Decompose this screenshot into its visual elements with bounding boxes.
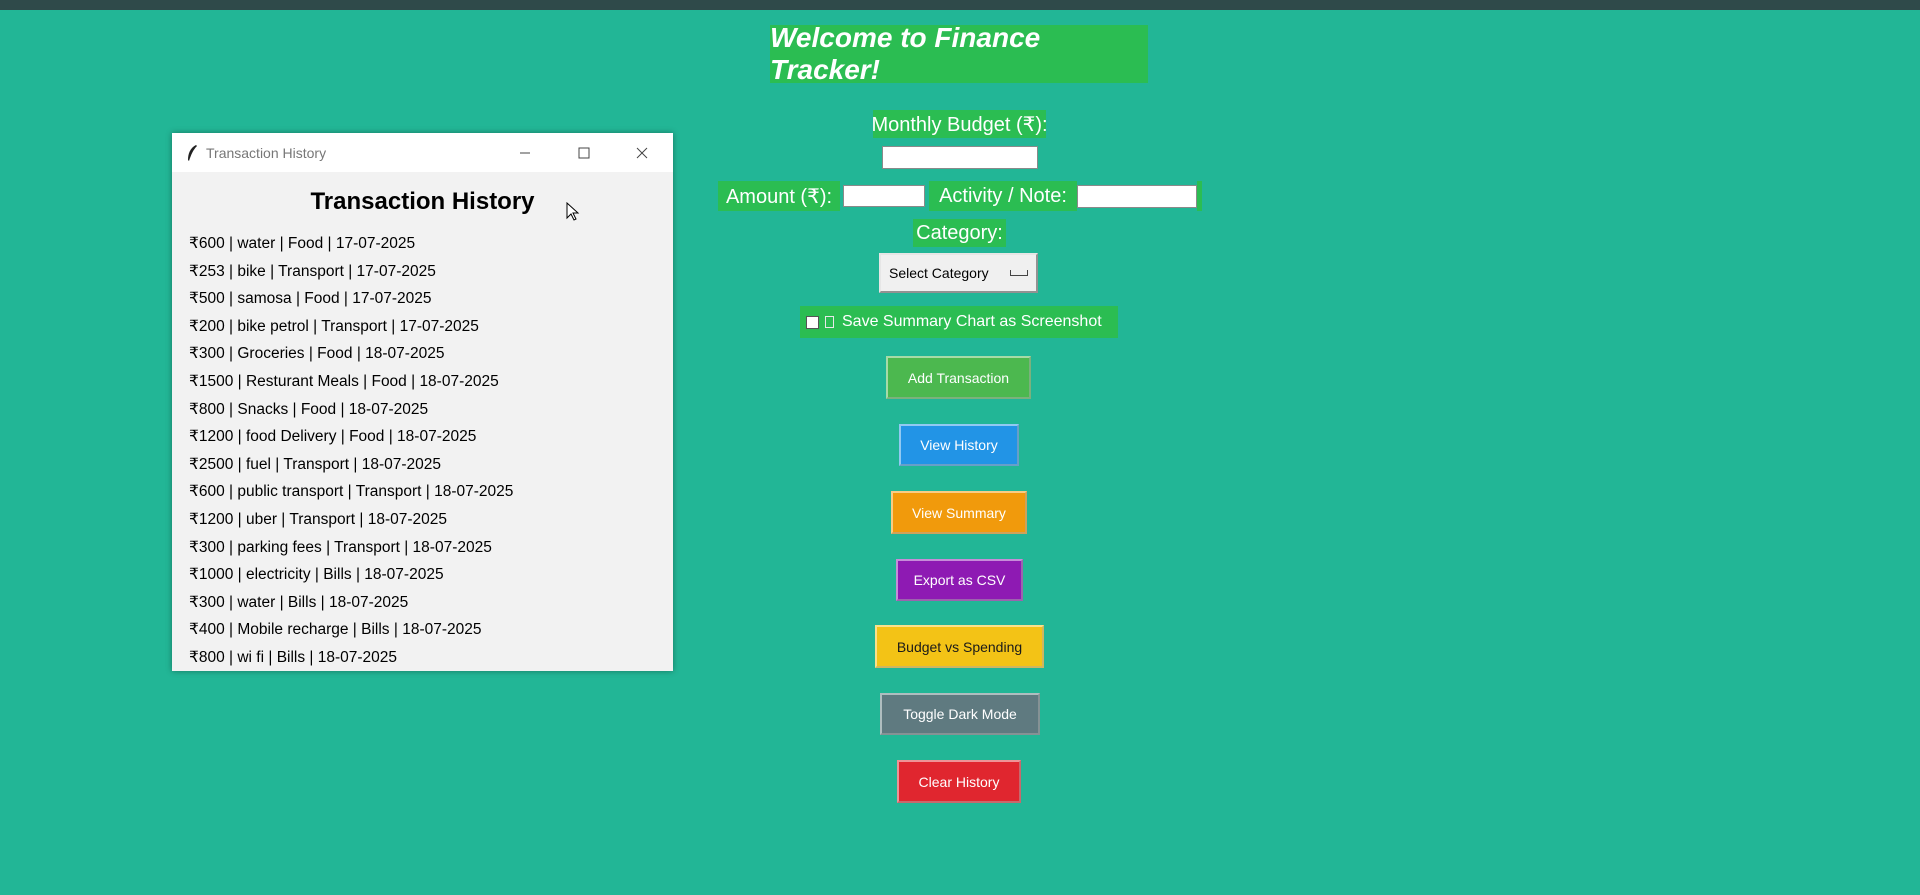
maximize-icon[interactable]	[561, 133, 607, 172]
dropdown-indicator-icon	[1010, 270, 1028, 276]
history-item: ₹1500 | Resturant Meals | Food | 18-07-2…	[189, 372, 499, 390]
category-select-value: Select Category	[889, 265, 989, 281]
monthly-budget-input[interactable]	[882, 146, 1038, 169]
amount-label: Amount (₹):	[718, 181, 840, 211]
window-titlebar[interactable]: Transaction History	[172, 133, 673, 172]
history-item: ₹1000 | electricity | Bills | 18-07-2025	[189, 566, 444, 584]
history-item: ₹300 | water | Bills | 18-07-2025	[189, 593, 409, 611]
history-item: ₹253 | bike | Transport | 17-07-2025	[189, 262, 436, 280]
top-edge-bar	[0, 0, 1920, 10]
app-heading: Welcome to Finance Tracker!	[770, 22, 1148, 85]
history-list: ₹600 | water | Food | 17-07-2025 ₹253 | b…	[172, 230, 673, 671]
monthly-budget-label: Monthly Budget (₹):	[871, 110, 1048, 138]
history-item: ₹600 | public transport | Transport | 18…	[189, 483, 514, 501]
save-chart-checkbox[interactable]	[806, 315, 819, 329]
save-chart-label: Save Summary Chart as Screenshot	[842, 313, 1102, 330]
view-summary-button[interactable]: View Summary	[891, 491, 1027, 534]
activity-note-label: Activity / Note:	[929, 181, 1077, 211]
export-csv-button[interactable]: Export as CSV	[896, 559, 1023, 601]
budget-vs-spending-button[interactable]: Budget vs Spending	[875, 625, 1044, 668]
add-transaction-button[interactable]: Add Transaction	[886, 356, 1031, 399]
category-select[interactable]: Select Category	[879, 253, 1038, 293]
history-item: ₹800 | Snacks | Food | 18-07-2025	[189, 400, 429, 418]
transaction-history-window: Transaction History Transaction History …	[172, 133, 673, 671]
minimize-icon[interactable]	[502, 133, 548, 172]
clear-history-button[interactable]: Clear History	[897, 760, 1021, 803]
note-field-frame	[1197, 181, 1202, 211]
history-item: ₹300 | Groceries | Food | 18-07-2025	[189, 345, 445, 363]
amount-input[interactable]	[843, 185, 925, 207]
history-item: ₹1200 | food Delivery | Food | 18-07-202…	[189, 428, 477, 446]
history-item: ₹600 | water | Food | 17-07-2025	[189, 235, 416, 252]
category-label: Category:	[913, 219, 1006, 247]
feather-icon	[188, 144, 197, 161]
history-heading: Transaction History	[310, 188, 535, 215]
mouse-pointer-icon	[566, 202, 580, 221]
history-item: ₹300 | parking fees | Transport | 18-07-…	[189, 538, 492, 556]
toggle-dark-mode-button[interactable]: Toggle Dark Mode	[880, 693, 1040, 735]
activity-note-input[interactable]	[1077, 185, 1197, 208]
save-chart-option[interactable]: Save Summary Chart as Screenshot	[800, 306, 1118, 338]
close-icon[interactable]	[619, 133, 665, 172]
history-item: ₹200 | bike petrol | Transport | 17-07-2…	[189, 317, 479, 335]
window-title: Transaction History	[206, 144, 327, 161]
history-item: ₹500 | samosa | Food | 17-07-2025	[189, 290, 432, 308]
history-item: ₹400 | Mobile recharge | Bills | 18-07-2…	[189, 621, 482, 639]
view-history-button[interactable]: View History	[899, 424, 1019, 466]
history-item: ₹2500 | fuel | Transport | 18-07-2025	[189, 455, 442, 473]
history-item: ₹1200 | uber | Transport | 18-07-2025	[189, 510, 448, 528]
history-item: ₹800 | wi fi | Bills | 18-07-2025	[189, 648, 398, 666]
document-icon	[825, 316, 834, 328]
